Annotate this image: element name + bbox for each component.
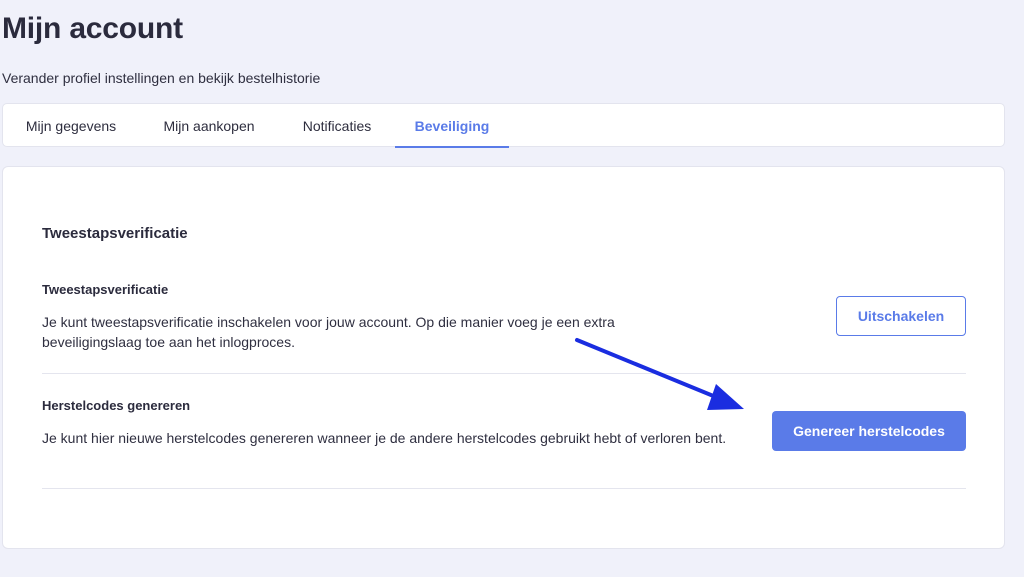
two-factor-title: Tweestapsverificatie xyxy=(42,282,169,297)
recovery-codes-description: Je kunt hier nieuwe herstelcodes generer… xyxy=(42,430,727,446)
tab-bar: Mijn gegevens Mijn aankopen Notificaties… xyxy=(2,103,1005,148)
two-factor-description: Je kunt tweestapsverificatie inschakelen… xyxy=(42,314,615,350)
tab-notificaties[interactable]: Notificaties xyxy=(279,104,395,147)
disable-two-factor-button[interactable]: Uitschakelen xyxy=(836,296,966,336)
divider xyxy=(42,488,966,489)
page-title: Mijn account xyxy=(2,12,183,45)
tab-beveiliging[interactable]: Beveiliging xyxy=(395,104,509,148)
security-card: Tweestapsverificatie Tweestapsverificati… xyxy=(2,166,1005,549)
account-page: Mijn account Verander profiel instelling… xyxy=(0,0,1024,577)
tab-mijn-gegevens[interactable]: Mijn gegevens xyxy=(3,104,139,147)
page-subtitle: Verander profiel instellingen en bekijk … xyxy=(2,70,321,86)
recovery-codes-title: Herstelcodes genereren xyxy=(42,398,191,413)
tab-mijn-aankopen[interactable]: Mijn aankopen xyxy=(139,104,279,147)
generate-recovery-codes-button[interactable]: Genereer herstelcodes xyxy=(772,411,966,451)
section-title: Tweestapsverificatie xyxy=(42,225,188,242)
divider xyxy=(42,373,966,374)
